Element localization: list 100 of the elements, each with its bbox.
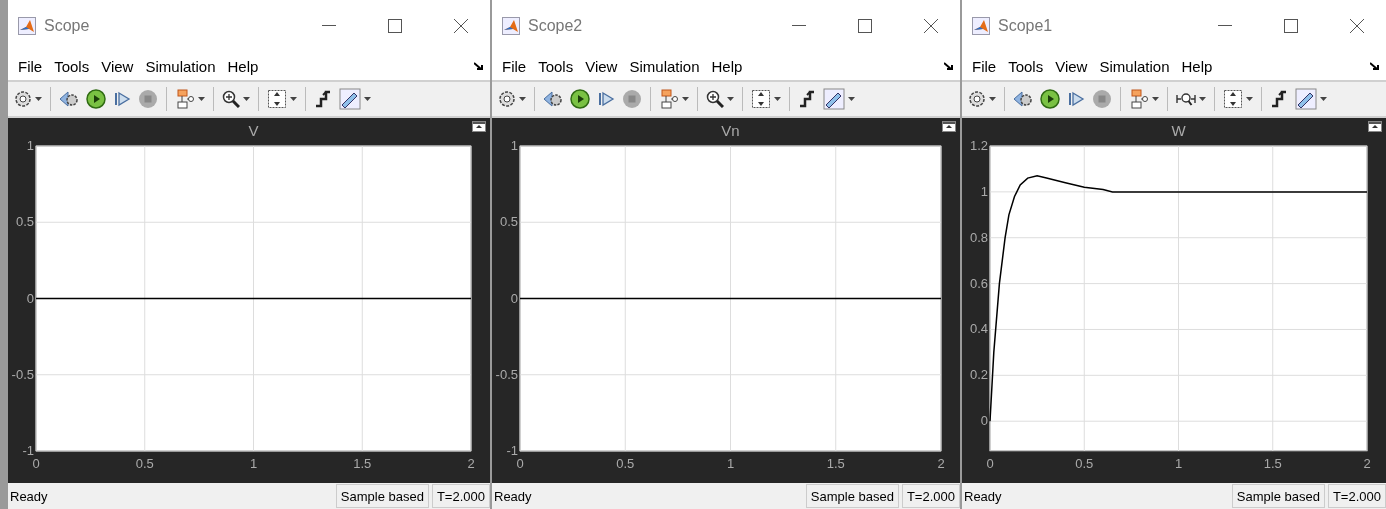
- stop-icon: [622, 89, 642, 109]
- run-button[interactable]: [84, 87, 108, 111]
- menu-item[interactable]: View: [1049, 55, 1094, 77]
- menu-item[interactable]: File: [496, 55, 533, 77]
- app-logo-icon: [18, 17, 36, 35]
- caret-icon: [35, 97, 42, 101]
- ruler-icon: [823, 88, 845, 110]
- settings-button[interactable]: [966, 88, 998, 110]
- y-tick-label: 0.2: [969, 367, 988, 383]
- collapse-arrow-icon[interactable]: [474, 62, 484, 70]
- caret-icon: [364, 97, 371, 101]
- y-tick-label: 0.5: [499, 214, 518, 230]
- caret-icon: [989, 97, 996, 101]
- menu-item[interactable]: Simulation: [1093, 55, 1176, 77]
- x-tick-label: 1: [726, 456, 735, 471]
- scale-axes-icon: [1223, 89, 1243, 109]
- menu-item[interactable]: Simulation: [139, 55, 222, 77]
- run-button[interactable]: [1038, 87, 1062, 111]
- zoom-button[interactable]: [704, 88, 736, 110]
- window-title: Scope: [44, 17, 91, 35]
- minimize-icon: [1218, 25, 1232, 27]
- scale-axes-button[interactable]: [749, 87, 783, 111]
- settings-icon: [968, 90, 986, 108]
- menu-item[interactable]: Tools: [1002, 55, 1050, 77]
- x-tick-label: 0.5: [1075, 456, 1094, 471]
- caret-icon: [1199, 97, 1206, 101]
- plot-title: V: [248, 122, 259, 139]
- zoom-button[interactable]: [1174, 90, 1208, 108]
- menu-item[interactable]: Tools: [48, 55, 96, 77]
- block-diagram-icon: [659, 89, 679, 109]
- step-back-button[interactable]: [1011, 88, 1035, 110]
- menu-item[interactable]: Simulation: [623, 55, 706, 77]
- y-tick-label: 0: [980, 413, 988, 429]
- app-logo-icon: [502, 17, 520, 35]
- maximize-icon: [858, 19, 872, 33]
- menu-item[interactable]: View: [579, 55, 624, 77]
- x-tick-label: 1: [249, 456, 258, 471]
- scale-axes-button[interactable]: [1221, 87, 1255, 111]
- caret-icon: [848, 97, 855, 101]
- caret-icon: [1152, 97, 1159, 101]
- menu-item[interactable]: File: [12, 55, 49, 77]
- time-label: T=2.000: [901, 484, 960, 508]
- menu-item[interactable]: Help: [221, 55, 265, 77]
- ruler-icon: [339, 88, 361, 110]
- measurement-button[interactable]: [1293, 86, 1329, 112]
- y-tick-label: 1: [510, 138, 518, 153]
- settings-button[interactable]: [496, 88, 528, 110]
- step-line-icon: [314, 90, 332, 108]
- sample-mode-label: Sample based: [805, 484, 899, 508]
- collapse-arrow-icon[interactable]: [944, 62, 954, 70]
- status-text: Ready: [963, 488, 1003, 504]
- step-line-icon: [798, 90, 816, 108]
- x-tick-label: 0: [986, 456, 994, 471]
- y-tick-label: 1: [980, 183, 988, 199]
- window-title: Scope1: [998, 17, 1054, 35]
- x-tick-label: 0.5: [135, 456, 154, 471]
- plot-title: Vn: [721, 122, 740, 139]
- undock-icon[interactable]: [1368, 121, 1382, 132]
- measurement-button[interactable]: [821, 86, 857, 112]
- settings-icon: [14, 90, 32, 108]
- step-back-button[interactable]: [541, 88, 565, 110]
- settings-button[interactable]: [12, 88, 44, 110]
- caret-icon: [290, 97, 297, 101]
- status-text: Ready: [9, 488, 49, 504]
- step-forward-icon: [1067, 90, 1085, 108]
- undock-icon[interactable]: [942, 121, 956, 132]
- time-label: T=2.000: [1327, 484, 1386, 508]
- run-button[interactable]: [568, 87, 592, 111]
- step-back-button[interactable]: [57, 88, 81, 110]
- y-tick-label: 0.8: [969, 229, 988, 245]
- scale-axes-button[interactable]: [265, 87, 299, 111]
- close-icon: [924, 19, 938, 33]
- x-tick-label: 1.5: [826, 456, 845, 471]
- caret-icon: [774, 97, 781, 101]
- x-tick-label: 0: [32, 456, 40, 471]
- play-icon: [86, 89, 106, 109]
- play-icon: [1040, 89, 1060, 109]
- x-tick-label: 2: [937, 456, 945, 471]
- measurement-button[interactable]: [337, 86, 373, 112]
- menu-item[interactable]: Tools: [532, 55, 580, 77]
- step-line-icon: [1270, 90, 1288, 108]
- menu-item[interactable]: View: [95, 55, 140, 77]
- y-tick-label: 0.6: [969, 275, 988, 291]
- collapse-arrow-icon[interactable]: [1370, 62, 1380, 70]
- zoom-button[interactable]: [220, 88, 252, 110]
- caret-icon: [727, 97, 734, 101]
- menu-item[interactable]: File: [966, 55, 1003, 77]
- menu-item[interactable]: Help: [1175, 55, 1219, 77]
- maximize-icon: [388, 19, 402, 33]
- minimize-icon: [322, 25, 336, 27]
- scale-axes-icon: [751, 89, 771, 109]
- x-tick-label: 2: [1363, 456, 1371, 471]
- undock-icon[interactable]: [472, 121, 486, 132]
- menu-item[interactable]: Help: [705, 55, 749, 77]
- caret-icon: [243, 97, 250, 101]
- step-back-gear-icon: [1013, 90, 1033, 108]
- block-diagram-icon: [1129, 89, 1149, 109]
- x-tick-label: 1.5: [1263, 456, 1282, 471]
- caret-icon: [682, 97, 689, 101]
- x-tick-label: 0.5: [616, 456, 635, 471]
